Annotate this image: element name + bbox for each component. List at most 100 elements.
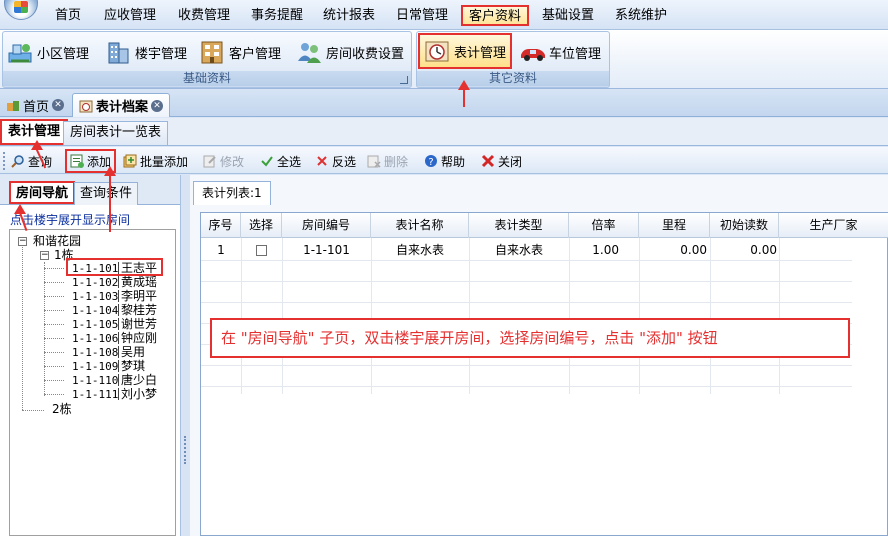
close-icon[interactable]: ✕ — [151, 99, 164, 112]
column-header[interactable]: 序号 — [201, 213, 241, 238]
close-icon[interactable]: ✕ — [52, 99, 65, 111]
parking-manage-button[interactable]: 车位管理 — [519, 36, 601, 68]
ribbon-button-label: 楼宇管理 — [135, 46, 188, 62]
tree-room-name[interactable]: 吴用 — [121, 346, 145, 359]
query-button[interactable]: 查询 — [11, 151, 52, 171]
column-header[interactable]: 里程 — [639, 213, 710, 238]
column-header[interactable]: 初始读数 — [710, 213, 779, 238]
tree-room-code[interactable]: 1-1-109 — [72, 360, 118, 373]
close-button-label: 关闭 — [498, 154, 523, 169]
batch-add-icon — [123, 154, 137, 168]
arrow-head-icon — [104, 166, 116, 176]
toolbar-grip[interactable] — [3, 152, 6, 170]
community-icon — [7, 39, 33, 65]
batch-add-button-label: 批量添加 — [140, 154, 189, 169]
tree-room-code[interactable]: 1-1-105 — [72, 318, 118, 331]
column-header[interactable]: 表计类型 — [469, 213, 569, 238]
column-header[interactable]: 倍率 — [569, 213, 639, 238]
tree-room-code[interactable]: 1-1-108 — [72, 346, 118, 359]
tree-room-code[interactable]: 1-1-103 — [72, 290, 118, 303]
edit-icon — [203, 154, 217, 168]
menu-reports[interactable]: 统计报表 — [323, 6, 375, 26]
menu-home[interactable]: 首页 — [55, 6, 81, 26]
menu-reminder[interactable]: 事务提醒 — [251, 6, 303, 26]
column-header[interactable]: 房间编号 — [282, 213, 371, 238]
batch-add-button[interactable]: 批量添加 — [123, 151, 188, 171]
tree-room-name[interactable]: 唐少白 — [121, 374, 157, 387]
tree-room-name[interactable]: 梦琪 — [121, 360, 145, 373]
users-icon — [296, 39, 322, 65]
ribbon-button-label: 表计管理 — [454, 45, 507, 61]
delete-button[interactable]: 删除 — [367, 151, 408, 171]
table-cell-meter-type: 自来水表 — [494, 243, 543, 257]
tree-room-name[interactable]: 黎桂芳 — [121, 304, 157, 317]
tree-room-code[interactable]: 1-1-111 — [72, 388, 118, 401]
collapse-icon[interactable]: − — [40, 251, 49, 260]
tree-room-name[interactable]: 李明平 — [121, 290, 157, 303]
tab-meter-archive[interactable]: 表计档案 ✕ — [72, 93, 171, 117]
table-cell-mileage: 0.00 — [680, 243, 707, 257]
building-icon — [105, 39, 131, 65]
table-cell-room: 1-1-101 — [303, 243, 350, 257]
column-header[interactable]: 表计名称 — [371, 213, 469, 238]
meter-manage-button[interactable]: 表计管理 — [418, 33, 513, 69]
close-button[interactable]: 关闭 — [481, 151, 522, 171]
invert-selection-button[interactable]: 反选 — [315, 151, 356, 171]
tree-room-code[interactable]: 1-1-102 — [72, 276, 118, 289]
building-manage-button[interactable]: 楼宇管理 — [105, 36, 187, 68]
menu-system[interactable]: 系统维护 — [615, 6, 667, 26]
arrow-head-icon — [458, 80, 470, 90]
tree-room-name[interactable]: 钟应刚 — [121, 332, 157, 345]
table-cell-no: 1 — [217, 243, 225, 257]
menu-customer-data[interactable]: 客户资料 — [461, 5, 530, 26]
edit-button-label: 修改 — [220, 154, 245, 169]
ribbon-group-caption: 基础资料 — [3, 71, 411, 86]
tree-room-code[interactable]: 1-1-106 — [72, 332, 118, 345]
ribbon-button-label: 房间收费设置 — [326, 46, 405, 62]
tree-node-building-2[interactable]: 2栋 — [52, 403, 72, 416]
edit-button[interactable]: 修改 — [203, 151, 244, 171]
tree-node-root[interactable]: 和谐花园 — [33, 235, 81, 248]
panel-splitter[interactable] — [180, 175, 190, 536]
tab-room-meter-list[interactable]: 房间表计一览表 — [63, 121, 169, 145]
menu-basic-settings[interactable]: 基础设置 — [542, 6, 594, 26]
arrow-icon — [109, 172, 111, 232]
svg-text:?: ? — [428, 157, 433, 168]
tab-meter-archive-label: 表计档案 — [96, 100, 149, 115]
ribbon-button-label: 车位管理 — [549, 46, 602, 62]
tab-home[interactable]: 首页 ✕ — [0, 93, 70, 117]
column-header[interactable]: 选择 — [241, 213, 282, 238]
tree-room-name[interactable]: 黄成瑶 — [121, 276, 157, 289]
menu-fee[interactable]: 收费管理 — [178, 6, 230, 26]
ribbon-group-caption: 其它资料 — [417, 71, 609, 86]
menu-daily[interactable]: 日常管理 — [396, 6, 448, 26]
selected-room-highlight — [66, 258, 163, 276]
row-select-checkbox[interactable] — [256, 245, 267, 256]
customer-manage-button[interactable]: 客户管理 — [199, 36, 281, 68]
help-button[interactable]: ? 帮助 — [424, 151, 465, 171]
table-cell-rate: 1.00 — [592, 243, 619, 257]
collapse-icon[interactable]: − — [18, 237, 27, 246]
tree-room-name[interactable]: 谢世芳 — [121, 318, 157, 331]
room-fee-settings-button[interactable]: 房间收费设置 — [296, 36, 404, 68]
add-icon — [70, 154, 84, 168]
table-cell-maker — [779, 239, 879, 261]
help-button-label: 帮助 — [441, 154, 466, 169]
tree-room-name[interactable]: 刘小梦 — [121, 388, 157, 401]
car-icon — [519, 39, 545, 65]
community-manage-button[interactable]: 小区管理 — [7, 36, 89, 68]
tab-home-label: 首页 — [23, 99, 50, 115]
close-x-icon — [481, 154, 495, 168]
tree-room-code[interactable]: 1-1-104 — [72, 304, 118, 317]
group-launcher-icon[interactable] — [400, 76, 408, 84]
select-all-button[interactable]: 全选 — [260, 151, 301, 171]
splitter-grip[interactable] — [184, 436, 187, 464]
tab-meter-list[interactable]: 表计列表:1 — [193, 181, 271, 205]
column-header[interactable]: 生产厂家 — [779, 213, 888, 238]
menu-receivable[interactable]: 应收管理 — [104, 6, 156, 26]
delete-button-label: 删除 — [384, 154, 409, 169]
tab-query-conditions[interactable]: 查询条件 — [74, 182, 139, 205]
invert-selection-button-label: 反选 — [332, 154, 357, 169]
tab-room-navigation[interactable]: 房间导航 — [9, 181, 76, 204]
tree-room-code[interactable]: 1-1-110 — [72, 374, 118, 387]
